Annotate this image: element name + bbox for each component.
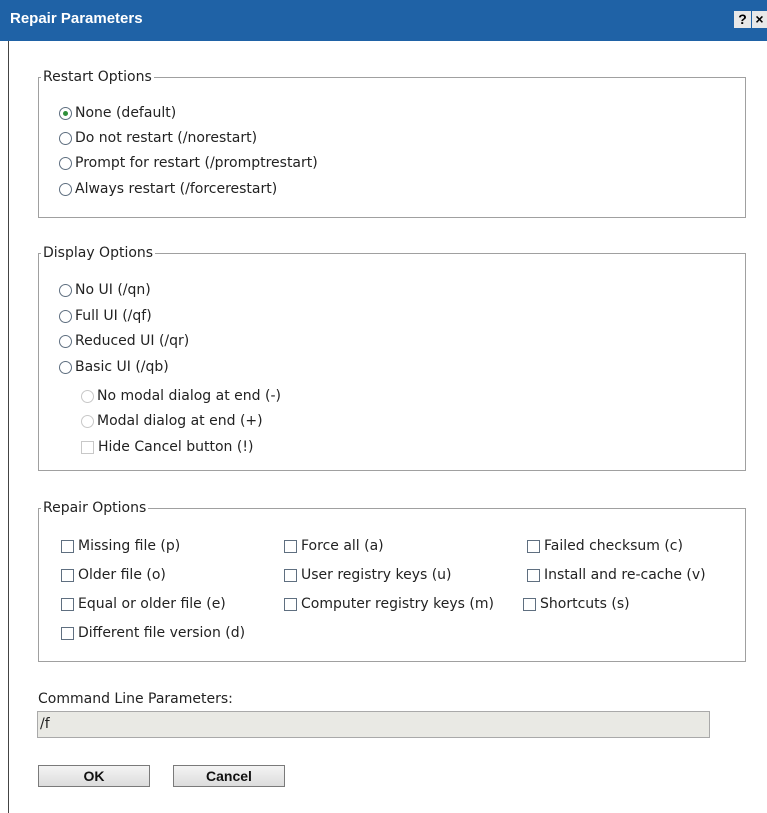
command-line-label: Command Line Parameters: xyxy=(38,691,233,707)
checkbox[interactable] xyxy=(527,568,540,582)
checkbox-older-file[interactable]: Older file (o) xyxy=(61,564,166,586)
radio-button[interactable] xyxy=(59,283,72,297)
radio-display-qb[interactable]: Basic UI (/qb) xyxy=(59,356,169,378)
checkbox[interactable] xyxy=(527,539,540,553)
close-icon[interactable]: × xyxy=(752,11,767,28)
radio-button[interactable] xyxy=(59,156,72,170)
checkbox-failed-checksum[interactable]: Failed checksum (c) xyxy=(527,535,683,557)
window-border xyxy=(8,41,9,813)
checkbox-label: Install and re-cache (v) xyxy=(544,567,706,583)
checkbox-hide-cancel[interactable]: Hide Cancel button (!) xyxy=(81,436,253,458)
checkbox-label: Force all (a) xyxy=(301,538,384,554)
radio-no-modal-dialog[interactable]: No modal dialog at end (-) xyxy=(81,385,281,407)
checkbox[interactable] xyxy=(284,597,297,611)
checkbox-different-version[interactable]: Different file version (d) xyxy=(61,622,245,644)
radio-label: No modal dialog at end (-) xyxy=(97,388,281,404)
checkbox-computer-registry[interactable]: Computer registry keys (m) xyxy=(284,593,494,615)
checkbox[interactable] xyxy=(61,626,74,640)
checkbox-label: Missing file (p) xyxy=(78,538,181,554)
checkbox-user-registry[interactable]: User registry keys (u) xyxy=(284,564,452,586)
radio-button[interactable] xyxy=(59,360,72,374)
checkbox-label: Hide Cancel button (!) xyxy=(98,439,254,455)
radio-display-qf[interactable]: Full UI (/qf) xyxy=(59,305,152,327)
checkbox-label: Failed checksum (c) xyxy=(544,538,683,554)
checkbox-equal-older-file[interactable]: Equal or older file (e) xyxy=(61,593,226,615)
checkbox-missing-file[interactable]: Missing file (p) xyxy=(61,535,180,557)
radio-display-qr[interactable]: Reduced UI (/qr) xyxy=(59,330,189,352)
display-options-legend: Display Options xyxy=(43,245,154,261)
checkbox-disabled[interactable] xyxy=(81,440,94,454)
title-bar: Repair Parameters ? × xyxy=(0,0,767,41)
checkbox-label: Shortcuts (s) xyxy=(540,596,630,612)
radio-button-disabled[interactable] xyxy=(81,414,94,428)
checkbox-label: User registry keys (u) xyxy=(301,567,452,583)
radio-button[interactable] xyxy=(59,309,72,323)
checkbox-shortcuts[interactable]: Shortcuts (s) xyxy=(523,593,630,615)
radio-label: Always restart (/forcerestart) xyxy=(75,181,278,197)
checkbox-force-all[interactable]: Force all (a) xyxy=(284,535,384,557)
checkbox[interactable] xyxy=(61,597,74,611)
checkbox[interactable] xyxy=(284,539,297,553)
radio-restart-none[interactable]: None (default) xyxy=(59,102,176,124)
ok-button[interactable]: OK xyxy=(38,765,150,787)
radio-button[interactable] xyxy=(59,334,72,348)
checkbox-label: Equal or older file (e) xyxy=(78,596,226,612)
radio-restart-norestart[interactable]: Do not restart (/norestart) xyxy=(59,127,257,149)
radio-label: None (default) xyxy=(75,105,177,121)
radio-label: Reduced UI (/qr) xyxy=(75,333,190,349)
radio-button-disabled[interactable] xyxy=(81,389,94,403)
window-title: Repair Parameters xyxy=(10,10,143,27)
radio-label: Basic UI (/qb) xyxy=(75,359,169,375)
checkbox[interactable] xyxy=(61,568,74,582)
radio-label: Do not restart (/norestart) xyxy=(75,130,258,146)
checkbox[interactable] xyxy=(284,568,297,582)
radio-label: Prompt for restart (/promptrestart) xyxy=(75,155,318,171)
checkbox[interactable] xyxy=(523,597,536,611)
radio-label: Modal dialog at end (+) xyxy=(97,413,263,429)
radio-restart-force[interactable]: Always restart (/forcerestart) xyxy=(59,178,277,200)
checkbox-label: Different file version (d) xyxy=(78,625,246,641)
restart-options-legend: Restart Options xyxy=(43,69,152,85)
command-line-field[interactable]: /f xyxy=(37,711,710,738)
radio-label: No UI (/qn) xyxy=(75,282,151,298)
help-icon[interactable]: ? xyxy=(734,11,751,28)
checkbox-install-recache[interactable]: Install and re-cache (v) xyxy=(527,564,706,586)
radio-restart-prompt[interactable]: Prompt for restart (/promptrestart) xyxy=(59,152,318,174)
checkbox-label: Computer registry keys (m) xyxy=(301,596,494,612)
radio-display-qn[interactable]: No UI (/qn) xyxy=(59,279,151,301)
radio-label: Full UI (/qf) xyxy=(75,308,152,324)
checkbox-label: Older file (o) xyxy=(78,567,166,583)
radio-modal-dialog[interactable]: Modal dialog at end (+) xyxy=(81,410,263,432)
checkbox[interactable] xyxy=(61,539,74,553)
radio-button[interactable] xyxy=(59,131,72,145)
repair-options-legend: Repair Options xyxy=(43,500,147,516)
radio-button[interactable] xyxy=(59,182,72,196)
cancel-button[interactable]: Cancel xyxy=(173,765,285,787)
radio-button-selected[interactable] xyxy=(59,106,72,120)
